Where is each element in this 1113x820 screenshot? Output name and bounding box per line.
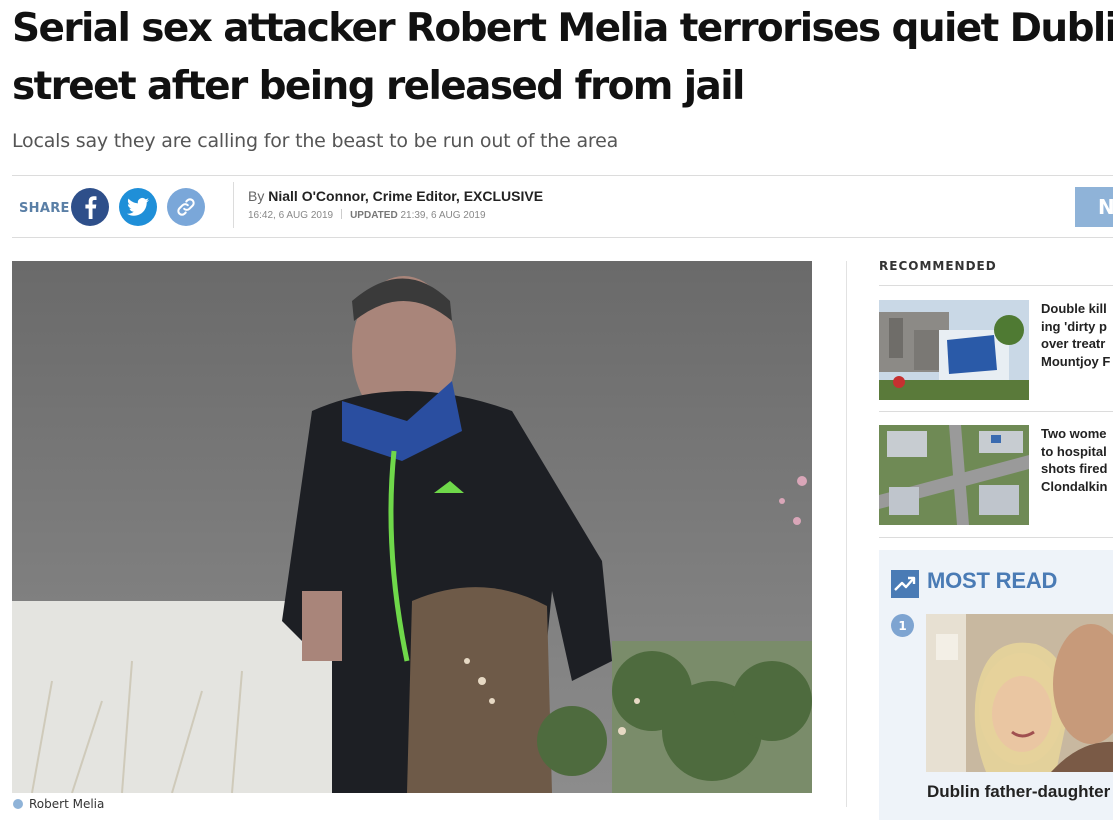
recommended-thumbnail[interactable]: [879, 300, 1029, 400]
thumbnail-image: [879, 300, 1029, 400]
camera-icon: [13, 799, 23, 809]
recommended-item-title[interactable]: Two wome to hospital shots fired Clondal…: [1041, 425, 1113, 497]
facebook-share-button[interactable]: [71, 188, 109, 226]
trending-icon: [891, 570, 919, 598]
divider: [879, 285, 1113, 286]
recommended-thumbnail[interactable]: [879, 425, 1029, 525]
link-icon: [177, 198, 195, 216]
byline: By Niall O'Connor, Crime Editor, EXCLUSI…: [248, 188, 543, 204]
most-read-thumbnail[interactable]: [926, 614, 1113, 772]
photo-caption: Robert Melia: [13, 797, 104, 811]
photo-caption-text: Robert Melia: [29, 797, 105, 811]
article-dates: 16:42, 6 AUG 2019 UPDATED 21:39, 6 AUG 20…: [248, 209, 486, 221]
divider: [879, 537, 1113, 538]
share-label: SHARE: [19, 201, 70, 216]
twitter-share-button[interactable]: [119, 188, 157, 226]
recommended-heading: RECOMMENDED: [879, 259, 997, 273]
divider: [879, 411, 1113, 412]
article-headline: Serial sex attacker Robert Melia terrori…: [12, 6, 1113, 109]
article-main-photo[interactable]: [12, 261, 812, 793]
published-time: 16:42, 6 AUG 2019: [248, 210, 334, 221]
article-standfirst: Locals say they are calling for the beas…: [12, 130, 619, 152]
twitter-icon: [127, 197, 149, 216]
rank-badge: 1: [891, 614, 914, 637]
updated-label: UPDATED: [350, 210, 398, 221]
byline-prefix: By: [248, 188, 265, 204]
facebook-icon: [85, 196, 97, 219]
thumbnail-image: [926, 614, 1113, 772]
divider: [12, 237, 1113, 238]
column-divider: [846, 261, 847, 807]
thumbnail-image: [879, 425, 1029, 525]
divider: [12, 175, 1113, 176]
recommended-item-title[interactable]: Double kill ing 'dirty p over treatr Mou…: [1041, 300, 1113, 372]
most-read-item-title[interactable]: Dublin father-daughter: [927, 782, 1110, 802]
header-action-button[interactable]: N: [1075, 187, 1113, 227]
author-link[interactable]: Niall O'Connor, Crime Editor, EXCLUSIVE: [268, 188, 543, 204]
most-read-heading: MOST READ: [927, 568, 1058, 593]
photo-image: [12, 261, 812, 793]
copy-link-button[interactable]: [167, 188, 205, 226]
byline-separator: [233, 182, 234, 228]
updated-time: 21:39, 6 AUG 2019: [400, 210, 486, 221]
